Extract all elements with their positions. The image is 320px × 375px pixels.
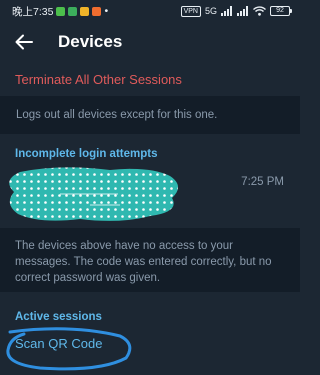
status-time: 晚上7:35	[12, 5, 54, 18]
message-icon	[68, 6, 78, 16]
signal-label: 5G	[204, 6, 217, 16]
arrow-left-icon	[15, 34, 33, 50]
more-dots-icon: •	[104, 5, 109, 17]
notes-icon	[80, 6, 90, 16]
terminate-sessions-label: Terminate All Other Sessions	[15, 71, 182, 87]
incomplete-info-text: The devices above have no access to your…	[15, 240, 272, 284]
login-attempt-row[interactable]: 7:25 PM	[0, 164, 300, 222]
battery-indicator: 92	[270, 6, 292, 16]
incomplete-attempts-header: Incomplete login attempts	[15, 148, 158, 160]
terminate-sessions-button[interactable]: Terminate All Other Sessions	[0, 62, 300, 96]
incomplete-info: The devices above have no access to your…	[0, 228, 300, 292]
redaction-scribble	[9, 167, 179, 221]
terminate-info-text: Logs out all devices except for this one…	[16, 109, 218, 121]
wechat-icon	[56, 6, 66, 16]
attempt-time: 7:25 PM	[241, 176, 284, 188]
status-bar: 晚上7:35 • VPN 5G 92	[0, 0, 300, 22]
active-sessions-section: Active sessions Scan QR Code	[0, 300, 300, 375]
signal-icon	[221, 6, 232, 16]
app-icon	[92, 6, 102, 16]
signal-icon-2	[237, 6, 248, 16]
terminate-info: Logs out all devices except for this one…	[0, 96, 300, 134]
vpn-badge: VPN	[180, 5, 201, 17]
back-button[interactable]	[4, 22, 44, 62]
scan-qr-code-button[interactable]: Scan QR Code	[15, 336, 102, 351]
status-left: 晚上7:35 •	[12, 4, 108, 19]
incomplete-attempts-section: Incomplete login attempts 7:25 PM	[0, 142, 300, 228]
toolbar: Devices	[0, 22, 300, 62]
status-right: VPN 5G 92	[180, 5, 292, 17]
wifi-icon	[253, 6, 266, 16]
page-title: Devices	[58, 32, 123, 51]
